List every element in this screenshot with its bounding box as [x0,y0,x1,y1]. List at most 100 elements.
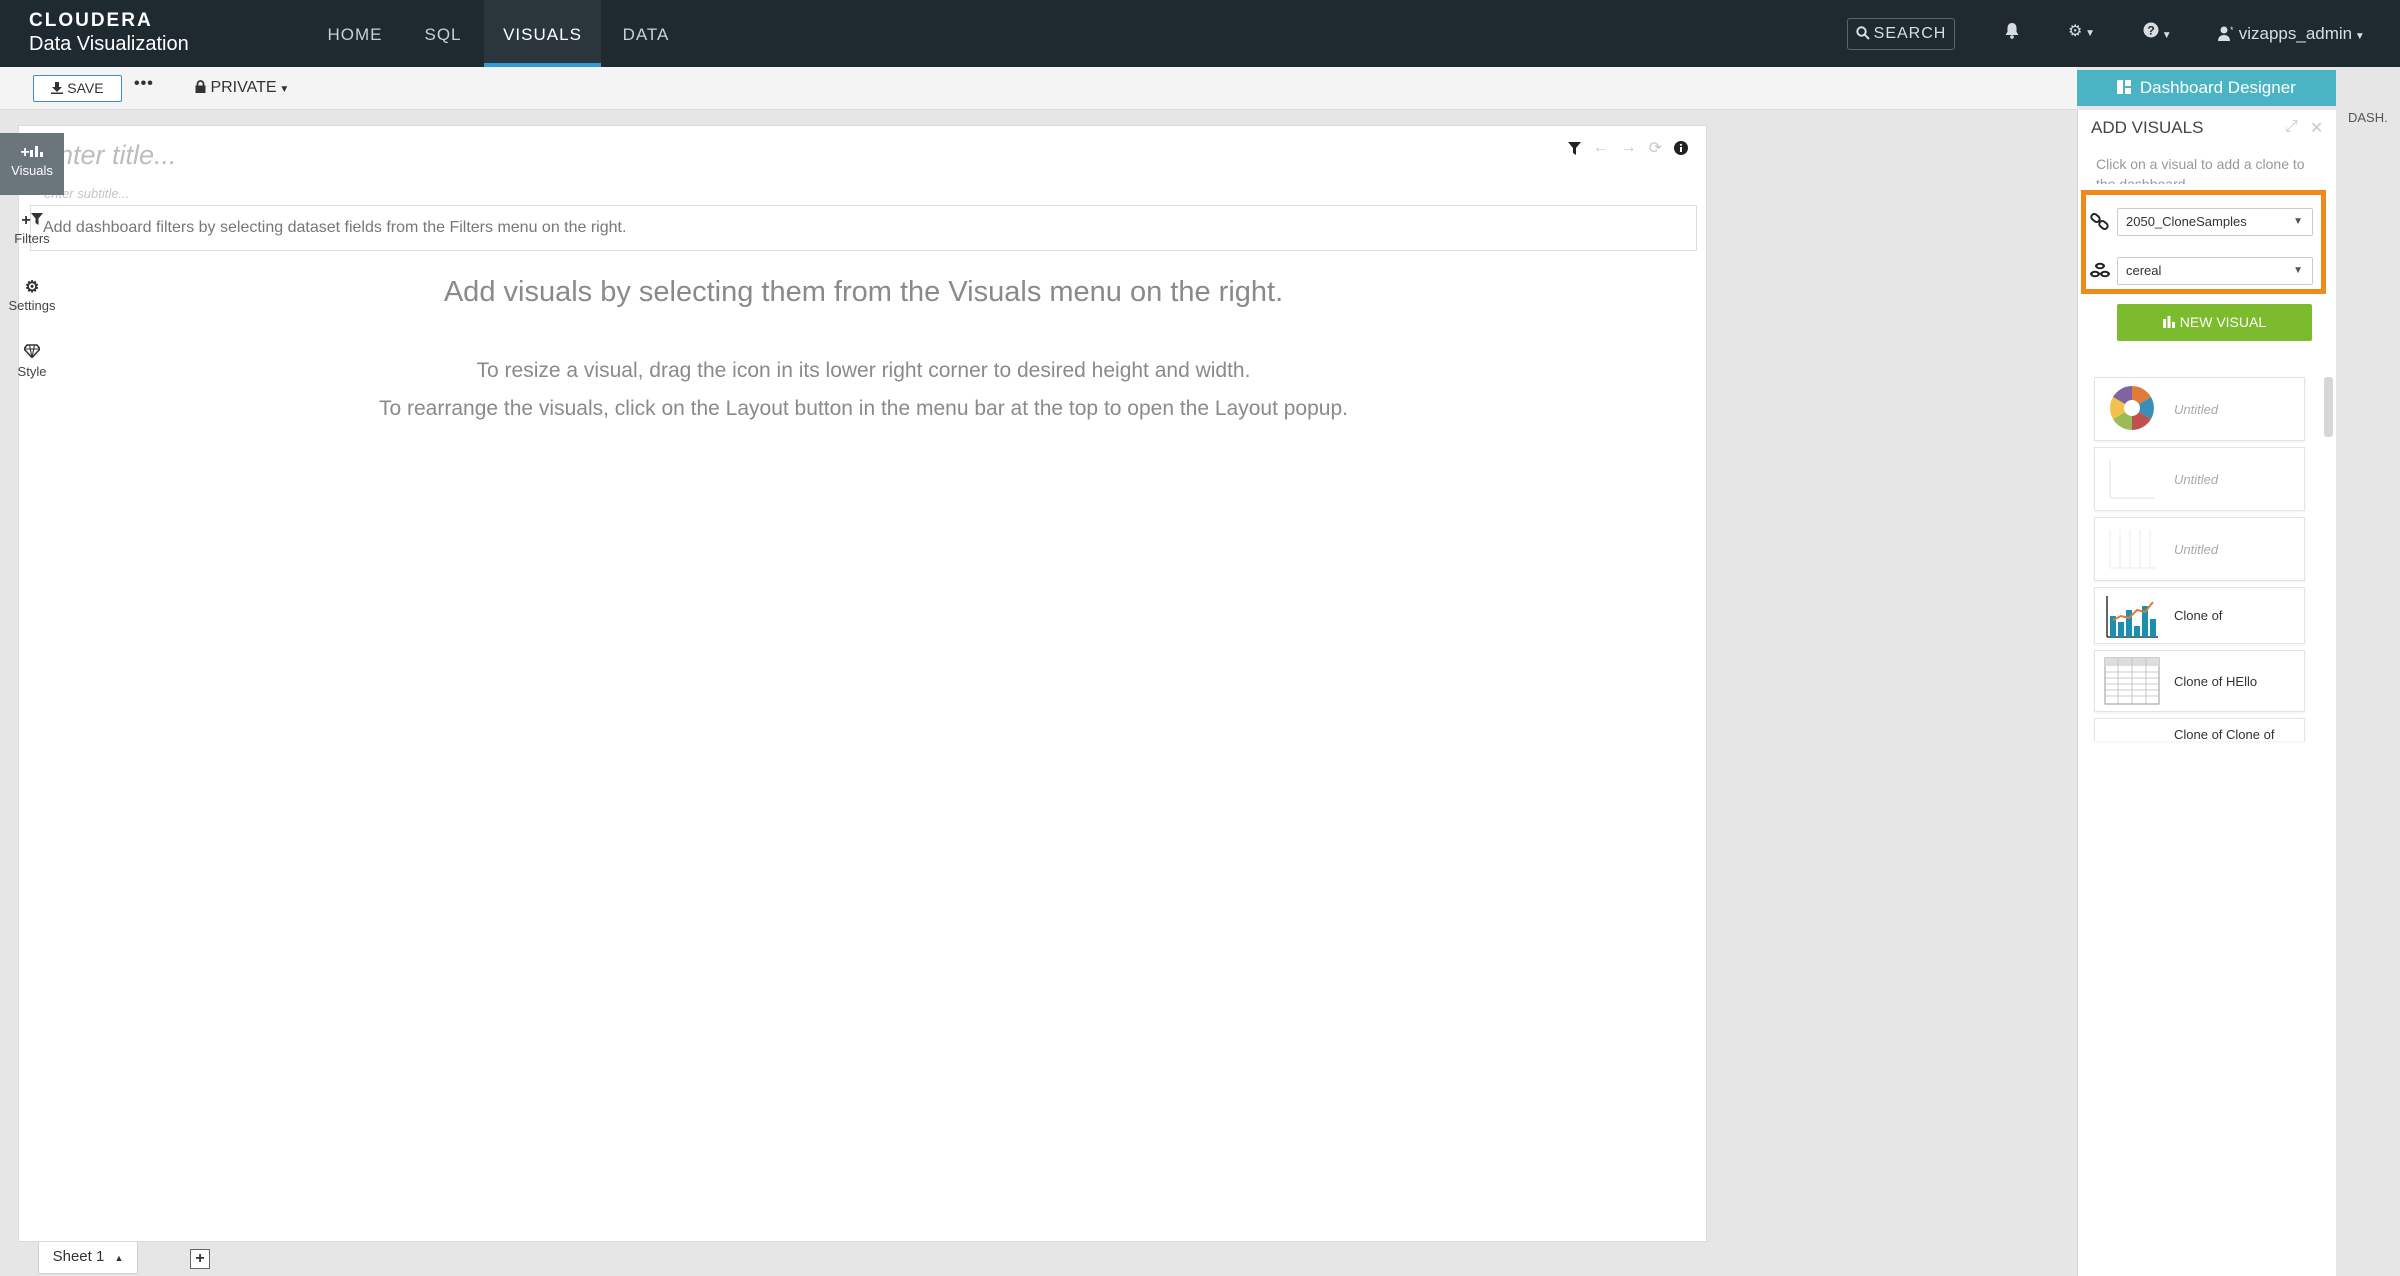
nav-tab-visuals[interactable]: VISUALS [484,0,601,67]
user-icon: * [2218,25,2234,41]
nav-tab-data[interactable]: DATA [606,0,686,67]
nav-tab-sql[interactable]: SQL [408,0,478,67]
sheet-tab-label: Sheet 1 [52,1248,105,1265]
resize-hint: To resize a visual, drag the icon in its… [476,359,1251,382]
sheet-tab[interactable]: Sheet 1 ▲ [38,1242,138,1274]
chevron-down-icon: ▼ [2082,28,2096,39]
private-label: PRIVATE [210,79,277,96]
brand-name: CLOUDERA [29,10,153,31]
chevron-down-icon: ▼ [2293,216,2303,227]
add-visual-icon: + [0,143,64,163]
brand-product: Data Visualization [29,33,189,55]
visual-card-label: Untitled [2174,472,2219,487]
save-label: SAVE [67,80,104,96]
add-filter-icon: + [0,211,64,231]
grid-chart-icon [2109,530,2156,569]
link-icon [2090,213,2109,230]
new-visual-button[interactable]: NEW VISUAL [2117,304,2312,341]
side-tab-filters[interactable]: + Filters [0,211,64,257]
chevron-down-icon: ▼ [2352,31,2365,42]
side-tab-visuals[interactable]: + Visuals [0,133,64,195]
gear-icon: ⚙ [2068,23,2083,40]
visual-card-label: Clone of HEllo [2174,674,2258,689]
add-visuals-hint: Click on a visual to add a clone to the … [2096,156,2305,184]
svg-text:?: ? [2147,24,2154,38]
close-icon[interactable]: ✕ [2310,118,2323,138]
dashboard-toolbar: SAVE ••• PRIVATE ▼ [0,67,2077,110]
layout-icon [2117,80,2132,94]
chevron-down-icon: ▼ [2293,265,2303,276]
blank-chart-icon [2109,460,2154,499]
chevron-up-icon[interactable]: ▲ [114,1253,123,1263]
side-tab-label: Style [17,364,47,379]
add-visuals-title: ADD VISUALS [2091,118,2204,137]
user-menu[interactable]: * vizapps_admin ▼ [2218,24,2365,44]
help-menu-button[interactable]: ? ▼ [2143,22,2172,46]
visual-card[interactable]: Untitled [2094,517,2305,581]
dataset-icon [2090,262,2110,278]
brand-logo[interactable]: CLOUDERA Data Visualization [29,10,189,56]
top-navbar: CLOUDERA Data Visualization HOME SQL VIS… [0,0,2400,67]
more-options-button[interactable]: ••• [134,75,154,93]
notifications-button[interactable] [2004,22,2020,45]
bell-icon [2006,23,2018,39]
diamond-icon [0,344,64,364]
settings-menu-button[interactable]: ⚙ ▼ [2068,22,2095,44]
dashboard-designer-label: Dashboard Designer [2139,78,2296,97]
designer-side-tabs [2336,106,2400,1276]
bar-line-chart-icon [2106,596,2158,638]
connection-selector-row: 2050_CloneSamples ▼ [2090,208,2317,236]
dataset-select[interactable]: cereal ▼ [2117,257,2313,285]
visual-card[interactable]: Clone of HEllo [2094,650,2305,712]
save-button[interactable]: SAVE [33,75,122,102]
user-name: vizapps_admin [2238,24,2353,43]
visibility-dropdown[interactable]: PRIVATE ▼ [195,79,289,97]
chevron-down-icon: ▼ [276,84,290,95]
dataset-selector-row: cereal ▼ [2090,257,2317,285]
dashboard-designer-button[interactable]: Dashboard Designer [2077,70,2336,106]
pie-chart-icon [2110,386,2154,430]
visual-card[interactable]: Untitled [2094,377,2305,441]
download-icon [51,82,64,94]
search-button[interactable]: SEARCH [1847,18,1955,50]
search-icon [1855,26,1870,40]
arrow-right-icon[interactable]: → [1621,139,1637,157]
search-label: SEARCH [1873,25,1947,42]
side-tab-settings[interactable]: ⚙ Settings [0,278,64,324]
side-tab-label: Visuals [11,163,53,178]
side-tab-label: Settings [8,298,56,313]
visual-card-label: Untitled [2174,542,2219,557]
visuals-list-scrollbar[interactable] [2324,377,2333,437]
side-tab-style[interactable]: Style [0,344,64,390]
info-icon[interactable] [1674,141,1688,155]
expand-icon[interactable]: ⤢ [2285,118,2298,136]
canvas-toolbar: ← → ⟳ [1567,138,1688,158]
empty-dashboard-message: Add visuals by selecting them from the V… [443,276,1284,308]
nav-tab-home[interactable]: HOME [312,0,398,67]
visual-card-label: Clone of [2174,608,2223,623]
dashboard-filters-area[interactable]: Add dashboard filters by selecting datas… [30,205,1697,251]
chevron-down-icon: ▼ [2159,30,2172,41]
dashboard-canvas: enter title... enter subtitle... ← → ⟳ A… [18,125,1707,1242]
refresh-icon[interactable]: ⟳ [1649,138,1662,158]
new-visual-label: NEW VISUAL [2179,314,2267,330]
arrow-left-icon[interactable]: ← [1593,139,1609,157]
table-icon [2104,657,2160,705]
connection-select[interactable]: 2050_CloneSamples ▼ [2117,208,2313,236]
dataset-value: cereal [2126,263,2162,278]
settings-gears-icon: ⚙ [24,279,40,296]
bar-chart-icon [2162,316,2175,328]
add-sheet-button[interactable]: + [190,1249,210,1269]
filter-icon[interactable] [1567,141,1581,155]
visual-card[interactable]: Clone of Clone of [2094,718,2305,741]
lock-icon [195,80,206,93]
svg-text:*: * [2230,26,2234,35]
visual-card[interactable]: Clone of [2094,587,2305,644]
side-tab-label: Filters [14,231,50,246]
connection-value: 2050_CloneSamples [2126,214,2247,229]
dash-label: DASH. [2348,110,2388,125]
visual-card-label: Untitled [2174,402,2219,417]
help-icon: ? [2143,22,2159,38]
rearrange-hint: To rearrange the visuals, click on the L… [379,397,1348,420]
visual-card[interactable]: Untitled [2094,447,2305,511]
